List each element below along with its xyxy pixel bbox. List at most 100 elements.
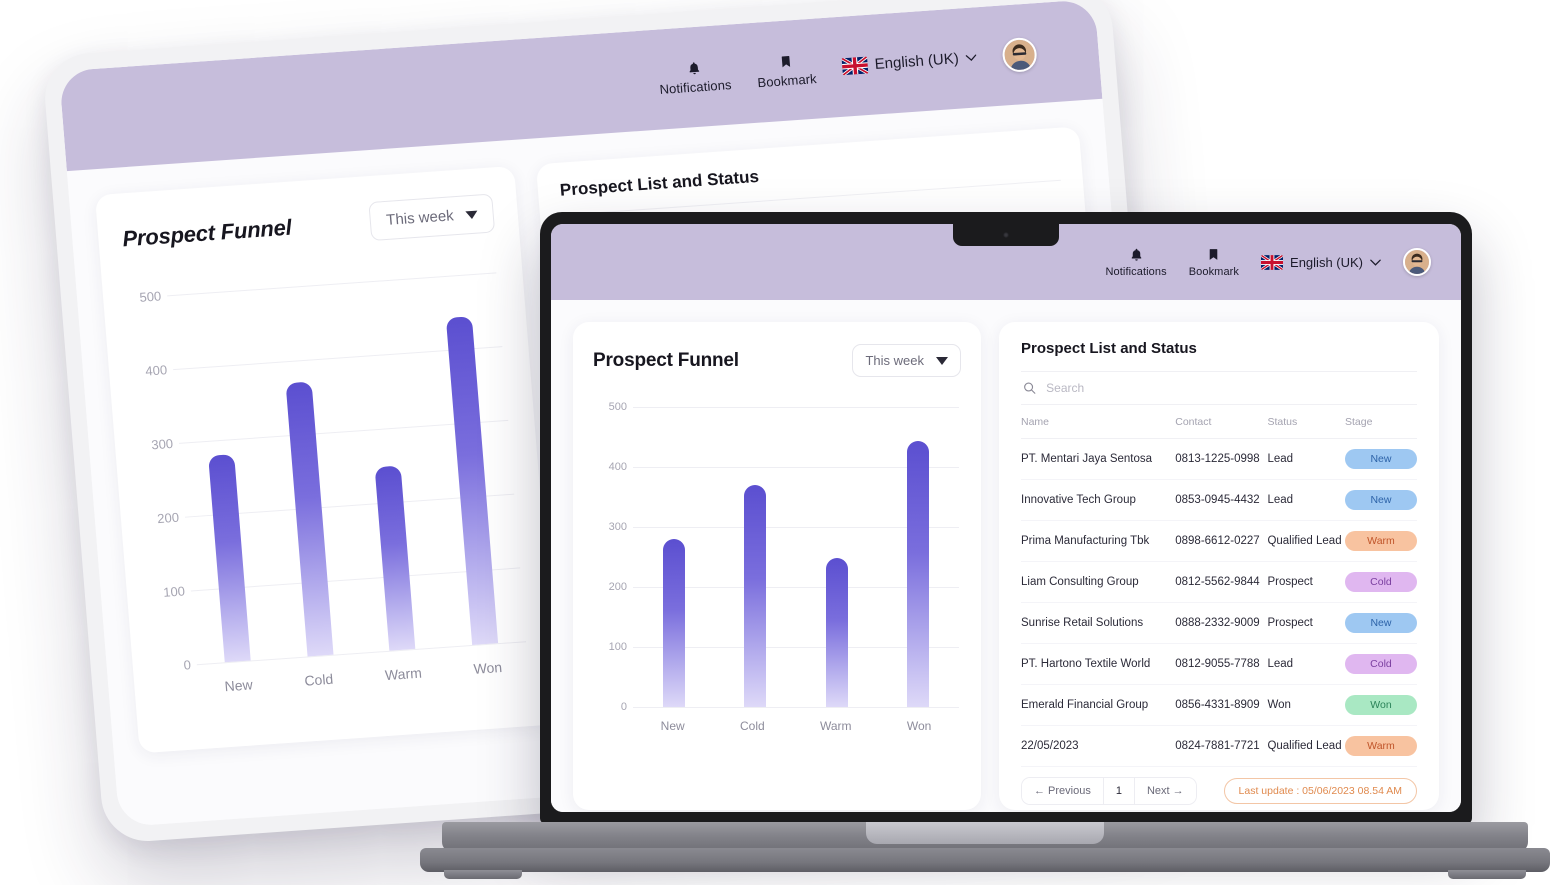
- cell-status: Qualified Lead: [1267, 725, 1345, 767]
- notifications-label: Notifications: [658, 76, 733, 97]
- bell-icon: [689, 61, 700, 74]
- table-row[interactable]: Prima Manufacturing Tbk0898-6612-0227Qua…: [1021, 520, 1417, 562]
- language-label: English (UK): [874, 50, 960, 73]
- cell-stage: Cold: [1344, 643, 1417, 685]
- laptop-lid: Notifications Bookmark English (UK) Pros…: [540, 212, 1472, 824]
- bookmark-label: Bookmark: [756, 71, 818, 91]
- cell-status: Qualified Lead: [1267, 520, 1345, 562]
- cell-status: Prospect: [1267, 602, 1345, 644]
- table-row[interactable]: PT. Mentari Jaya Sentosa0813-1225-0998Le…: [1021, 438, 1417, 480]
- user-avatar-image: [1003, 38, 1036, 71]
- page-number[interactable]: 1: [1102, 778, 1135, 804]
- status-badge: New: [1344, 449, 1417, 469]
- chevron-down-icon: [965, 54, 977, 61]
- prospect-table: NameContactStatusStage PT. Mentari Jaya …: [1021, 405, 1417, 767]
- cell-stage: New: [1344, 438, 1417, 480]
- cell-contact: 0812-5562-9844: [1175, 561, 1268, 603]
- bookmark-label: Bookmark: [1188, 266, 1240, 278]
- language-label: English (UK): [1290, 254, 1363, 270]
- prospect-list-card: Prospect List and Status NameContactStat…: [999, 322, 1439, 810]
- column-header: Name: [1021, 405, 1176, 439]
- avatar[interactable]: [1001, 36, 1038, 73]
- cell-contact: 0856-4331-8909: [1175, 684, 1268, 726]
- screenshot-stage: Notifications Bookmark English (UK) Pros…: [0, 0, 1554, 885]
- cell-name: PT. Hartono Textile World: [1021, 643, 1176, 685]
- search-input[interactable]: [1046, 381, 1415, 395]
- bar[interactable]: [285, 381, 334, 657]
- y-axis-tick: 100: [162, 583, 186, 600]
- table-footer: ← Previous 1 Next → Last update : 05/06/…: [1021, 767, 1417, 809]
- uk-flag-icon: [841, 56, 869, 76]
- status-badge: New: [1344, 490, 1417, 510]
- cell-stage: Cold: [1344, 561, 1417, 603]
- bar[interactable]: [907, 441, 930, 707]
- table-row[interactable]: Liam Consulting Group0812-5562-9844Prosp…: [1021, 561, 1417, 603]
- cell-contact: 0812-9055-7788: [1175, 643, 1268, 685]
- search-icon: [1024, 382, 1036, 394]
- table-row[interactable]: Sunrise Retail Solutions0888-2332-9009Pr…: [1021, 602, 1417, 644]
- bookmark-button[interactable]: Bookmark: [755, 51, 817, 90]
- column-header: Contact: [1175, 405, 1268, 439]
- user-avatar-image: [1405, 250, 1429, 274]
- status-badge: Cold: [1344, 572, 1417, 592]
- cell-status: Won: [1267, 684, 1345, 726]
- prospect-funnel-card: Prospect Funnel This week 0 100 200 300 400 5…: [573, 322, 981, 810]
- bar[interactable]: [374, 465, 416, 651]
- chart-title: Prospect Funnel: [121, 214, 293, 251]
- status-badge: Won: [1344, 695, 1417, 715]
- y-axis-tick: 200: [608, 581, 627, 593]
- previous-button[interactable]: ← Previous: [1022, 778, 1103, 804]
- period-label: This week: [865, 353, 924, 368]
- notifications-button[interactable]: Notifications: [1105, 247, 1167, 278]
- laptop-foot-left: [444, 870, 522, 879]
- bar[interactable]: [208, 453, 251, 663]
- y-axis-tick: 400: [144, 362, 168, 379]
- x-axis-tick: Cold: [739, 719, 765, 733]
- search-row[interactable]: [1021, 371, 1417, 405]
- column-header: Status: [1267, 405, 1345, 439]
- table-row[interactable]: PT. Hartono Textile World0812-9055-7788L…: [1021, 643, 1417, 685]
- bookmark-button[interactable]: Bookmark: [1189, 246, 1239, 278]
- tablet-nav-actions: Notifications Bookmark English (UK): [657, 36, 1038, 97]
- bar[interactable]: [744, 485, 767, 707]
- notifications-button[interactable]: Notifications: [657, 58, 732, 97]
- y-axis-tick: 100: [608, 641, 627, 653]
- laptop-base-notch: [866, 822, 1104, 844]
- language-selector[interactable]: English (UK): [841, 49, 977, 76]
- language-selector[interactable]: English (UK): [1261, 254, 1381, 270]
- grid-line: [633, 707, 959, 708]
- laptop-base-front: [420, 848, 1550, 872]
- x-axis-tick: Won: [906, 719, 932, 733]
- camera-icon: [1003, 232, 1009, 238]
- status-badge: New: [1344, 613, 1417, 633]
- laptop-notch: [953, 224, 1059, 246]
- cell-stage: Warm: [1344, 520, 1417, 562]
- next-button[interactable]: Next →: [1134, 778, 1196, 804]
- cell-name: Innovative Tech Group: [1021, 479, 1176, 521]
- last-update-badge: Last update : 05/06/2023 08.54 AM: [1223, 778, 1417, 804]
- laptop-screen: Notifications Bookmark English (UK) Pros…: [551, 224, 1461, 812]
- laptop-nav-actions: Notifications Bookmark English (UK): [1105, 246, 1431, 278]
- y-axis-tick: 400: [608, 461, 627, 473]
- y-axis-tick: 0: [183, 657, 192, 673]
- bar-series: [633, 407, 959, 707]
- table-row[interactable]: Emerald Financial Group0856-4331-8909Won…: [1021, 684, 1417, 726]
- table-row[interactable]: Innovative Tech Group0853-0945-4432LeadN…: [1021, 479, 1417, 521]
- status-badge: Warm: [1344, 531, 1417, 551]
- cell-name: Prima Manufacturing Tbk: [1021, 520, 1176, 562]
- table-row[interactable]: 22/05/20230824-7881-7721Qualified LeadWa…: [1021, 725, 1417, 767]
- bookmark-icon: [781, 56, 790, 68]
- y-axis-tick: 200: [156, 509, 180, 527]
- bell-icon: [1131, 248, 1141, 261]
- x-axis-tick: New: [224, 676, 254, 695]
- notifications-label: Notifications: [1105, 265, 1167, 278]
- bar[interactable]: [825, 558, 848, 707]
- cell-status: Lead: [1267, 479, 1345, 521]
- y-axis-tick: 500: [608, 401, 627, 413]
- bar[interactable]: [662, 539, 685, 707]
- x-axis-tick: Cold: [303, 670, 334, 689]
- period-dropdown[interactable]: This week: [852, 344, 961, 377]
- avatar[interactable]: [1403, 248, 1431, 276]
- cell-status: Lead: [1267, 643, 1345, 685]
- cell-contact: 0888-2332-9009: [1175, 602, 1268, 644]
